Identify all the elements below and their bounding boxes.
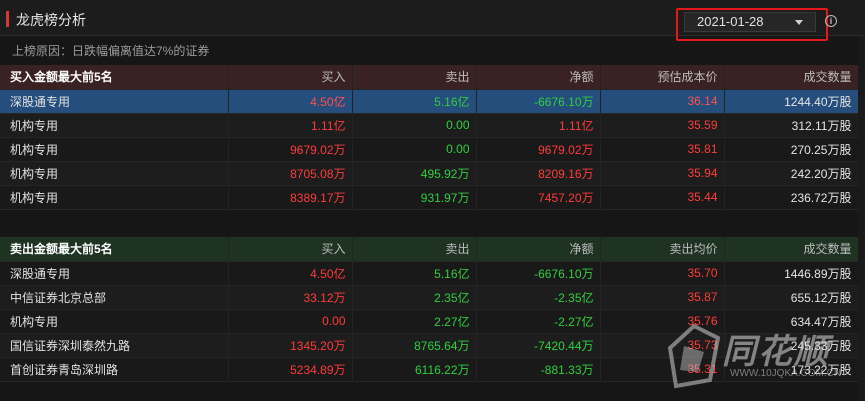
volume-cell: 634.47万股 xyxy=(724,309,859,334)
sell-amount-cell: 2.35亿 xyxy=(352,285,477,310)
table-row[interactable]: 机构专用 8389.17万 931.97万 7457.20万 35.44 236.72万股 xyxy=(0,185,859,210)
panel-header: 龙虎榜分析 2021-01-28 i xyxy=(0,0,865,41)
chevron-down-icon xyxy=(795,20,803,25)
buy-table-title: 买入金额最大前5名 xyxy=(0,65,229,90)
table-row[interactable]: 机构专用 0.00 2.27亿 -2.27亿 35.76 634.47万股 xyxy=(0,309,859,334)
sell-amount-cell: 5.16亿 xyxy=(352,89,477,114)
seat-name-cell: 国信证券深圳泰然九路 xyxy=(0,333,229,358)
net-amount-cell: -881.33万 xyxy=(476,357,601,382)
price-cell: 35.59 xyxy=(600,113,725,138)
price-cell: 35.73 xyxy=(600,333,725,358)
sell-amount-cell: 0.00 xyxy=(352,137,477,162)
sell-amount-cell: 8765.64万 xyxy=(352,333,477,358)
col-header-est-cost[interactable]: 预估成本价 xyxy=(600,65,725,90)
buy-amount-cell: 9679.02万 xyxy=(228,137,353,162)
sell-top5-table: 卖出金额最大前5名 买入 卖出 净额 卖出均价 成交数量 深股通专用 4.50亿 5… xyxy=(0,237,859,382)
buy-amount-cell: 5234.89万 xyxy=(228,357,353,382)
volume-cell: 1446.89万股 xyxy=(724,261,859,286)
price-cell: 35.31 xyxy=(600,357,725,382)
col-header-volume[interactable]: 成交数量 xyxy=(724,237,859,262)
table-row[interactable]: 机构专用 9679.02万 0.00 9679.02万 35.81 270.25万股 xyxy=(0,137,859,162)
buy-table-header: 买入金额最大前5名 买入 卖出 净额 预估成本价 成交数量 xyxy=(0,65,859,90)
panel-title: 龙虎榜分析 xyxy=(16,12,86,28)
volume-cell: 173.22万股 xyxy=(724,357,859,382)
table-row[interactable]: 深股通专用 4.50亿 5.16亿 -6676.10万 36.14 1244.40万股 xyxy=(0,89,859,114)
scrollbar-track[interactable] xyxy=(858,36,865,401)
seat-name-cell: 机构专用 xyxy=(0,185,229,210)
date-select[interactable]: 2021-01-28 xyxy=(684,12,816,32)
price-cell: 35.81 xyxy=(600,137,725,162)
sell-amount-cell: 2.27亿 xyxy=(352,309,477,334)
title-accent-bar xyxy=(6,11,9,27)
net-amount-cell: -2.27亿 xyxy=(476,309,601,334)
seat-name-cell: 中信证券北京总部 xyxy=(0,285,229,310)
sell-amount-cell: 0.00 xyxy=(352,113,477,138)
net-amount-cell: 9679.02万 xyxy=(476,137,601,162)
price-cell: 35.70 xyxy=(600,261,725,286)
volume-cell: 1244.40万股 xyxy=(724,89,859,114)
price-cell: 35.87 xyxy=(600,285,725,310)
col-header-avg-sell-price[interactable]: 卖出均价 xyxy=(600,237,725,262)
table-row[interactable]: 机构专用 8705.08万 495.92万 8209.16万 35.94 242.20万股 xyxy=(0,161,859,186)
seat-name-cell: 深股通专用 xyxy=(0,261,229,286)
seat-name-cell: 首创证券青岛深圳路 xyxy=(0,357,229,382)
col-header-net[interactable]: 净额 xyxy=(476,65,601,90)
seat-name-cell: 机构专用 xyxy=(0,113,229,138)
buy-amount-cell: 4.50亿 xyxy=(228,89,353,114)
sell-amount-cell: 931.97万 xyxy=(352,185,477,210)
net-amount-cell: 7457.20万 xyxy=(476,185,601,210)
volume-cell: 245.33万股 xyxy=(724,333,859,358)
col-header-sell[interactable]: 卖出 xyxy=(352,237,477,262)
price-cell: 35.94 xyxy=(600,161,725,186)
col-header-buy[interactable]: 买入 xyxy=(228,65,353,90)
listing-reason: 上榜原因：日跌幅偏离值达7%的证券 xyxy=(12,44,210,58)
volume-cell: 242.20万股 xyxy=(724,161,859,186)
table-row[interactable]: 首创证券青岛深圳路 5234.89万 6116.22万 -881.33万 35.31 17… xyxy=(0,357,859,382)
buy-amount-cell: 8389.17万 xyxy=(228,185,353,210)
sell-amount-cell: 6116.22万 xyxy=(352,357,477,382)
table-row[interactable]: 中信证券北京总部 33.12万 2.35亿 -2.35亿 35.87 655.12万股 xyxy=(0,285,859,310)
net-amount-cell: 1.11亿 xyxy=(476,113,601,138)
col-header-buy[interactable]: 买入 xyxy=(228,237,353,262)
volume-cell: 655.12万股 xyxy=(724,285,859,310)
seat-name-cell: 机构专用 xyxy=(0,309,229,334)
net-amount-cell: -6676.10万 xyxy=(476,89,601,114)
buy-amount-cell: 33.12万 xyxy=(228,285,353,310)
volume-cell: 236.72万股 xyxy=(724,185,859,210)
volume-cell: 312.11万股 xyxy=(724,113,859,138)
volume-cell: 270.25万股 xyxy=(724,137,859,162)
seat-name-cell: 机构专用 xyxy=(0,137,229,162)
buy-amount-cell: 0.00 xyxy=(228,309,353,334)
buy-amount-cell: 1.11亿 xyxy=(228,113,353,138)
col-header-sell[interactable]: 卖出 xyxy=(352,65,477,90)
table-row[interactable]: 国信证券深圳泰然九路 1345.20万 8765.64万 -7420.44万 35.73… xyxy=(0,333,859,358)
col-header-net[interactable]: 净额 xyxy=(476,237,601,262)
buy-amount-cell: 4.50亿 xyxy=(228,261,353,286)
net-amount-cell: -6676.10万 xyxy=(476,261,601,286)
sell-amount-cell: 495.92万 xyxy=(352,161,477,186)
net-amount-cell: -2.35亿 xyxy=(476,285,601,310)
sell-table-title: 卖出金额最大前5名 xyxy=(0,237,229,262)
price-cell: 35.76 xyxy=(600,309,725,334)
table-row[interactable]: 机构专用 1.11亿 0.00 1.11亿 35.59 312.11万股 xyxy=(0,113,859,138)
sell-table-header: 卖出金额最大前5名 买入 卖出 净额 卖出均价 成交数量 xyxy=(0,237,859,262)
date-select-value: 2021-01-28 xyxy=(697,14,764,29)
buy-amount-cell: 8705.08万 xyxy=(228,161,353,186)
price-cell: 36.14 xyxy=(600,89,725,114)
seat-name-cell: 机构专用 xyxy=(0,161,229,186)
info-icon[interactable]: i xyxy=(825,15,837,27)
net-amount-cell: -7420.44万 xyxy=(476,333,601,358)
seat-name-cell: 深股通专用 xyxy=(0,89,229,114)
col-header-volume[interactable]: 成交数量 xyxy=(724,65,859,90)
buy-amount-cell: 1345.20万 xyxy=(228,333,353,358)
sell-amount-cell: 5.16亿 xyxy=(352,261,477,286)
net-amount-cell: 8209.16万 xyxy=(476,161,601,186)
price-cell: 35.44 xyxy=(600,185,725,210)
table-row[interactable]: 深股通专用 4.50亿 5.16亿 -6676.10万 35.70 1446.89万股 xyxy=(0,261,859,286)
buy-top5-table: 买入金额最大前5名 买入 卖出 净额 预估成本价 成交数量 深股通专用 4.50亿… xyxy=(0,65,859,210)
